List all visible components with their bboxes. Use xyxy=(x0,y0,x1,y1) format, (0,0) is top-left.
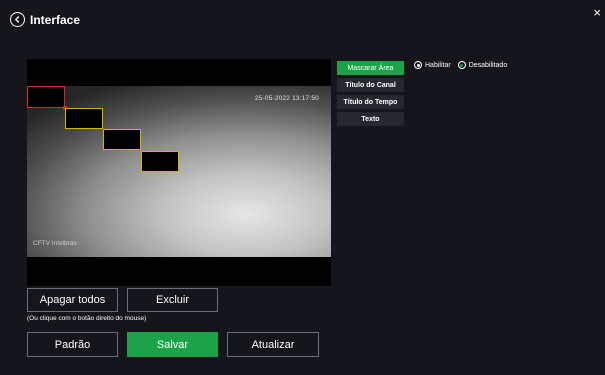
delete-button[interactable]: Excluir xyxy=(127,288,218,312)
default-button[interactable]: Padrão xyxy=(27,332,118,357)
tab-label: Mascarar Área xyxy=(347,64,394,72)
tab-texto[interactable]: Texto xyxy=(337,112,404,126)
radio-habilitar-label: Habilitar xyxy=(425,61,451,69)
radio-desabilitado[interactable]: Desabilitado xyxy=(457,61,508,69)
right-click-hint: (Ou clique com o botão direito do mouse) xyxy=(27,315,147,322)
radio-habilitar[interactable]: Habilitar xyxy=(414,61,451,69)
radio-habilitar-icon[interactable] xyxy=(414,61,422,69)
mask-mode-radio-group: Habilitar Desabilitado xyxy=(414,61,514,69)
privacy-mask-area[interactable] xyxy=(65,108,103,129)
video-preview[interactable]: 25-05-2022 13:17:50 CFTV Intelbras xyxy=(27,59,331,286)
tab-mascarar-area[interactable]: Mascarar Área xyxy=(337,61,404,75)
back-icon[interactable] xyxy=(10,12,25,27)
tab-titulo-do-canal[interactable]: Título do Canal xyxy=(337,78,404,92)
tab-label: Título do Canal xyxy=(345,81,396,89)
close-icon[interactable]: × xyxy=(593,6,601,19)
save-button[interactable]: Salvar xyxy=(127,332,218,357)
tab-titulo-do-tempo[interactable]: Título do Tempo xyxy=(337,95,404,109)
tab-label: Texto xyxy=(361,115,380,123)
refresh-button[interactable]: Atualizar xyxy=(227,332,319,357)
tab-label: Título do Tempo xyxy=(343,98,398,106)
privacy-mask-area[interactable] xyxy=(103,129,141,150)
privacy-mask-area[interactable] xyxy=(27,86,67,110)
page-title: Interface xyxy=(30,12,81,27)
header: Interface xyxy=(10,12,80,27)
timestamp-overlay: 25-05-2022 13:17:50 xyxy=(254,95,319,102)
channel-label-overlay: CFTV Intelbras xyxy=(33,240,77,247)
camera-frame: 25-05-2022 13:17:50 CFTV Intelbras xyxy=(27,86,331,257)
radio-desabilitado-icon[interactable] xyxy=(457,61,466,69)
clear-all-button[interactable]: Apagar todos xyxy=(27,288,118,312)
privacy-mask-area[interactable] xyxy=(141,151,179,172)
radio-desabilitado-label: Desabilitado xyxy=(468,61,508,69)
